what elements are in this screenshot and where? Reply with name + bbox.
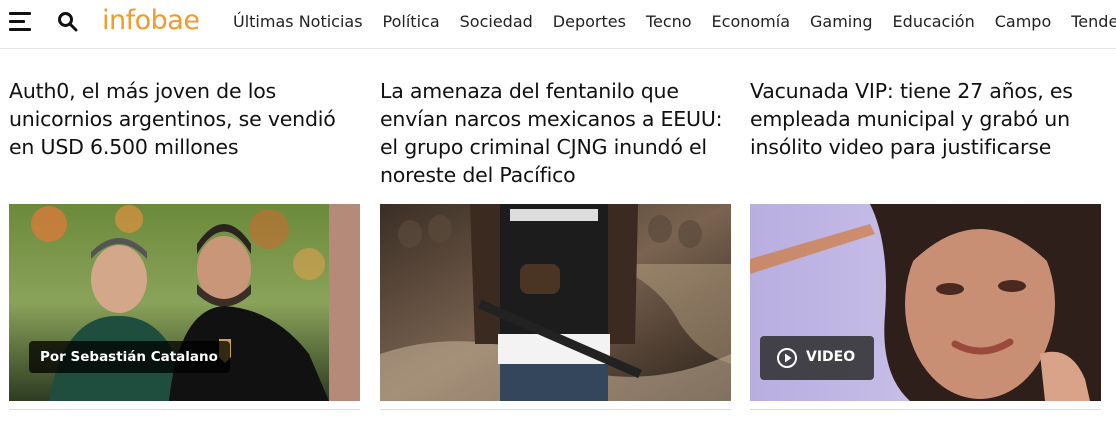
site-logo[interactable]: infobae	[102, 5, 200, 36]
top-navigation-bar: infobae Últimas Noticias Política Sociedad…	[0, 0, 1116, 49]
nav-item-educacion[interactable]: Educación	[893, 12, 975, 31]
nav-item-tecno[interactable]: Tecno	[646, 12, 692, 31]
article-photo[interactable]: Por Sebastián Catalano	[9, 204, 360, 401]
video-label: VIDEO	[806, 349, 856, 365]
article-card: Vacunada VIP: tiene 27 años, es empleada…	[750, 77, 1101, 401]
article-photo[interactable]	[380, 204, 731, 401]
menu-line	[9, 20, 25, 23]
hamburger-menu-icon[interactable]	[9, 12, 31, 32]
video-badge[interactable]: VIDEO	[760, 336, 874, 380]
article-headline[interactable]: Vacunada VIP: tiene 27 años, es empleada…	[750, 77, 1101, 161]
article-card: Auth0, el más joven de los unicornios ar…	[9, 77, 360, 401]
article-headline[interactable]: Auth0, el más joven de los unicornios ar…	[9, 77, 360, 161]
nav-item-deportes[interactable]: Deportes	[553, 12, 626, 31]
article-headline[interactable]: La amenaza del fentanilo que envían narc…	[380, 77, 731, 189]
play-icon	[776, 347, 798, 373]
card-divider	[380, 409, 731, 410]
search-icon[interactable]	[56, 10, 80, 34]
nav-item-ultimas-noticias[interactable]: Últimas Noticias	[233, 12, 363, 31]
nav-item-sociedad[interactable]: Sociedad	[460, 12, 533, 31]
nav-item-tendencias[interactable]: Tendencias	[1071, 12, 1116, 31]
author-byline[interactable]: Por Sebastián Catalano	[29, 341, 230, 373]
nav-item-campo[interactable]: Campo	[995, 12, 1052, 31]
nav-item-politica[interactable]: Política	[383, 12, 440, 31]
menu-line	[9, 28, 31, 31]
article-photo[interactable]: VIDEO	[750, 204, 1101, 401]
card-divider	[750, 409, 1101, 410]
card-divider	[9, 409, 360, 410]
article-card: La amenaza del fentanilo que envían narc…	[380, 77, 731, 401]
nav-item-gaming[interactable]: Gaming	[810, 12, 873, 31]
main-nav: Últimas Noticias Política Sociedad Deportes…	[233, 12, 1116, 31]
nav-item-economia[interactable]: Economía	[712, 12, 790, 31]
menu-line	[9, 12, 31, 15]
